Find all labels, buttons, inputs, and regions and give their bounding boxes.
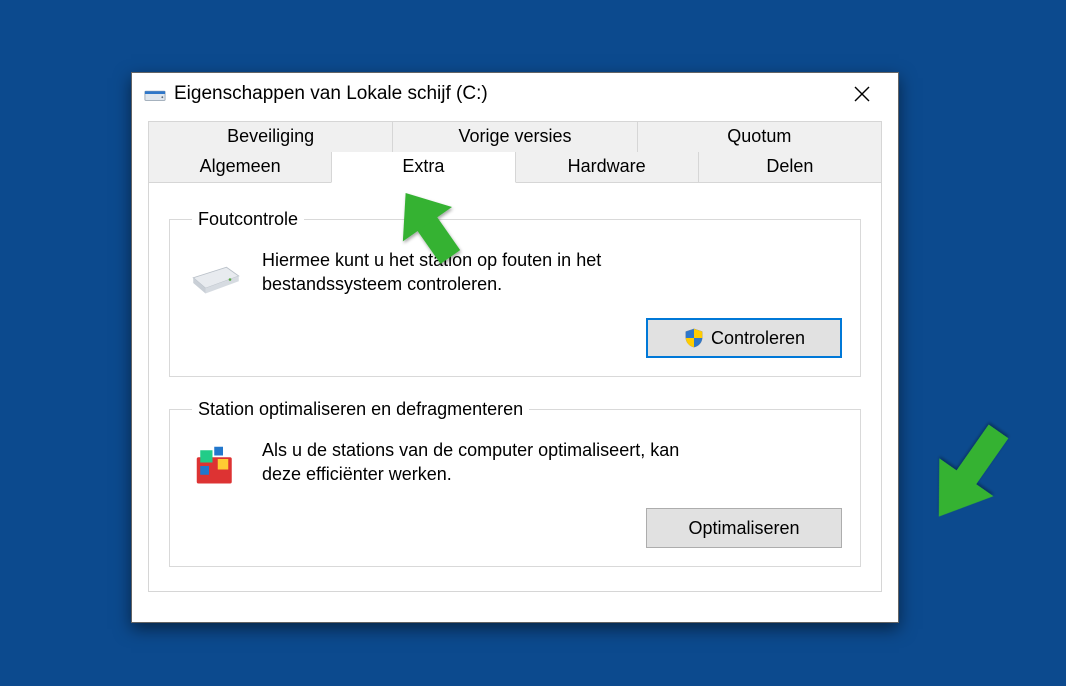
group-foutcontrole-legend: Foutcontrole: [192, 209, 304, 230]
tab-delen[interactable]: Delen: [698, 152, 882, 183]
titlebar: Eigenschappen van Lokale schijf (C:): [132, 73, 898, 115]
tab-beveiliging[interactable]: Beveiliging: [148, 121, 393, 152]
close-icon: [854, 86, 870, 102]
controleren-button[interactable]: Controleren: [646, 318, 842, 358]
tab-extra[interactable]: Extra: [331, 152, 515, 183]
annotation-arrow-optimaliseren: [900, 390, 1050, 540]
group-optimaliseren: Station optimaliseren en defragmenteren …: [169, 399, 861, 567]
controleren-button-label: Controleren: [711, 328, 805, 349]
tabs: Beveiliging Vorige versies Quotum Algeme…: [148, 121, 882, 183]
optimaliseren-button[interactable]: Optimaliseren: [646, 508, 842, 548]
tab-quotum[interactable]: Quotum: [637, 121, 882, 152]
group-foutcontrole-text: Hiermee kunt u het station op fouten in …: [262, 248, 642, 297]
group-foutcontrole: Foutcontrole Hiermee kunt u het station …: [169, 209, 861, 377]
drive-icon: [144, 83, 166, 105]
shield-icon: [683, 327, 705, 349]
group-optimaliseren-text: Als u de stations van de computer optima…: [262, 438, 722, 487]
close-button[interactable]: [838, 76, 886, 112]
optimaliseren-button-label: Optimaliseren: [688, 518, 799, 539]
tab-hardware[interactable]: Hardware: [515, 152, 699, 183]
properties-dialog: Eigenschappen van Lokale schijf (C:) Bev…: [131, 72, 899, 623]
window-title: Eigenschappen van Lokale schijf (C:): [174, 83, 838, 105]
tab-content-extra: Foutcontrole Hiermee kunt u het station …: [148, 183, 882, 592]
tab-vorige-versies[interactable]: Vorige versies: [392, 121, 637, 152]
defrag-icon: [188, 438, 244, 494]
group-optimaliseren-legend: Station optimaliseren en defragmenteren: [192, 399, 529, 420]
disk-icon: [188, 248, 244, 304]
tab-algemeen[interactable]: Algemeen: [148, 152, 332, 183]
